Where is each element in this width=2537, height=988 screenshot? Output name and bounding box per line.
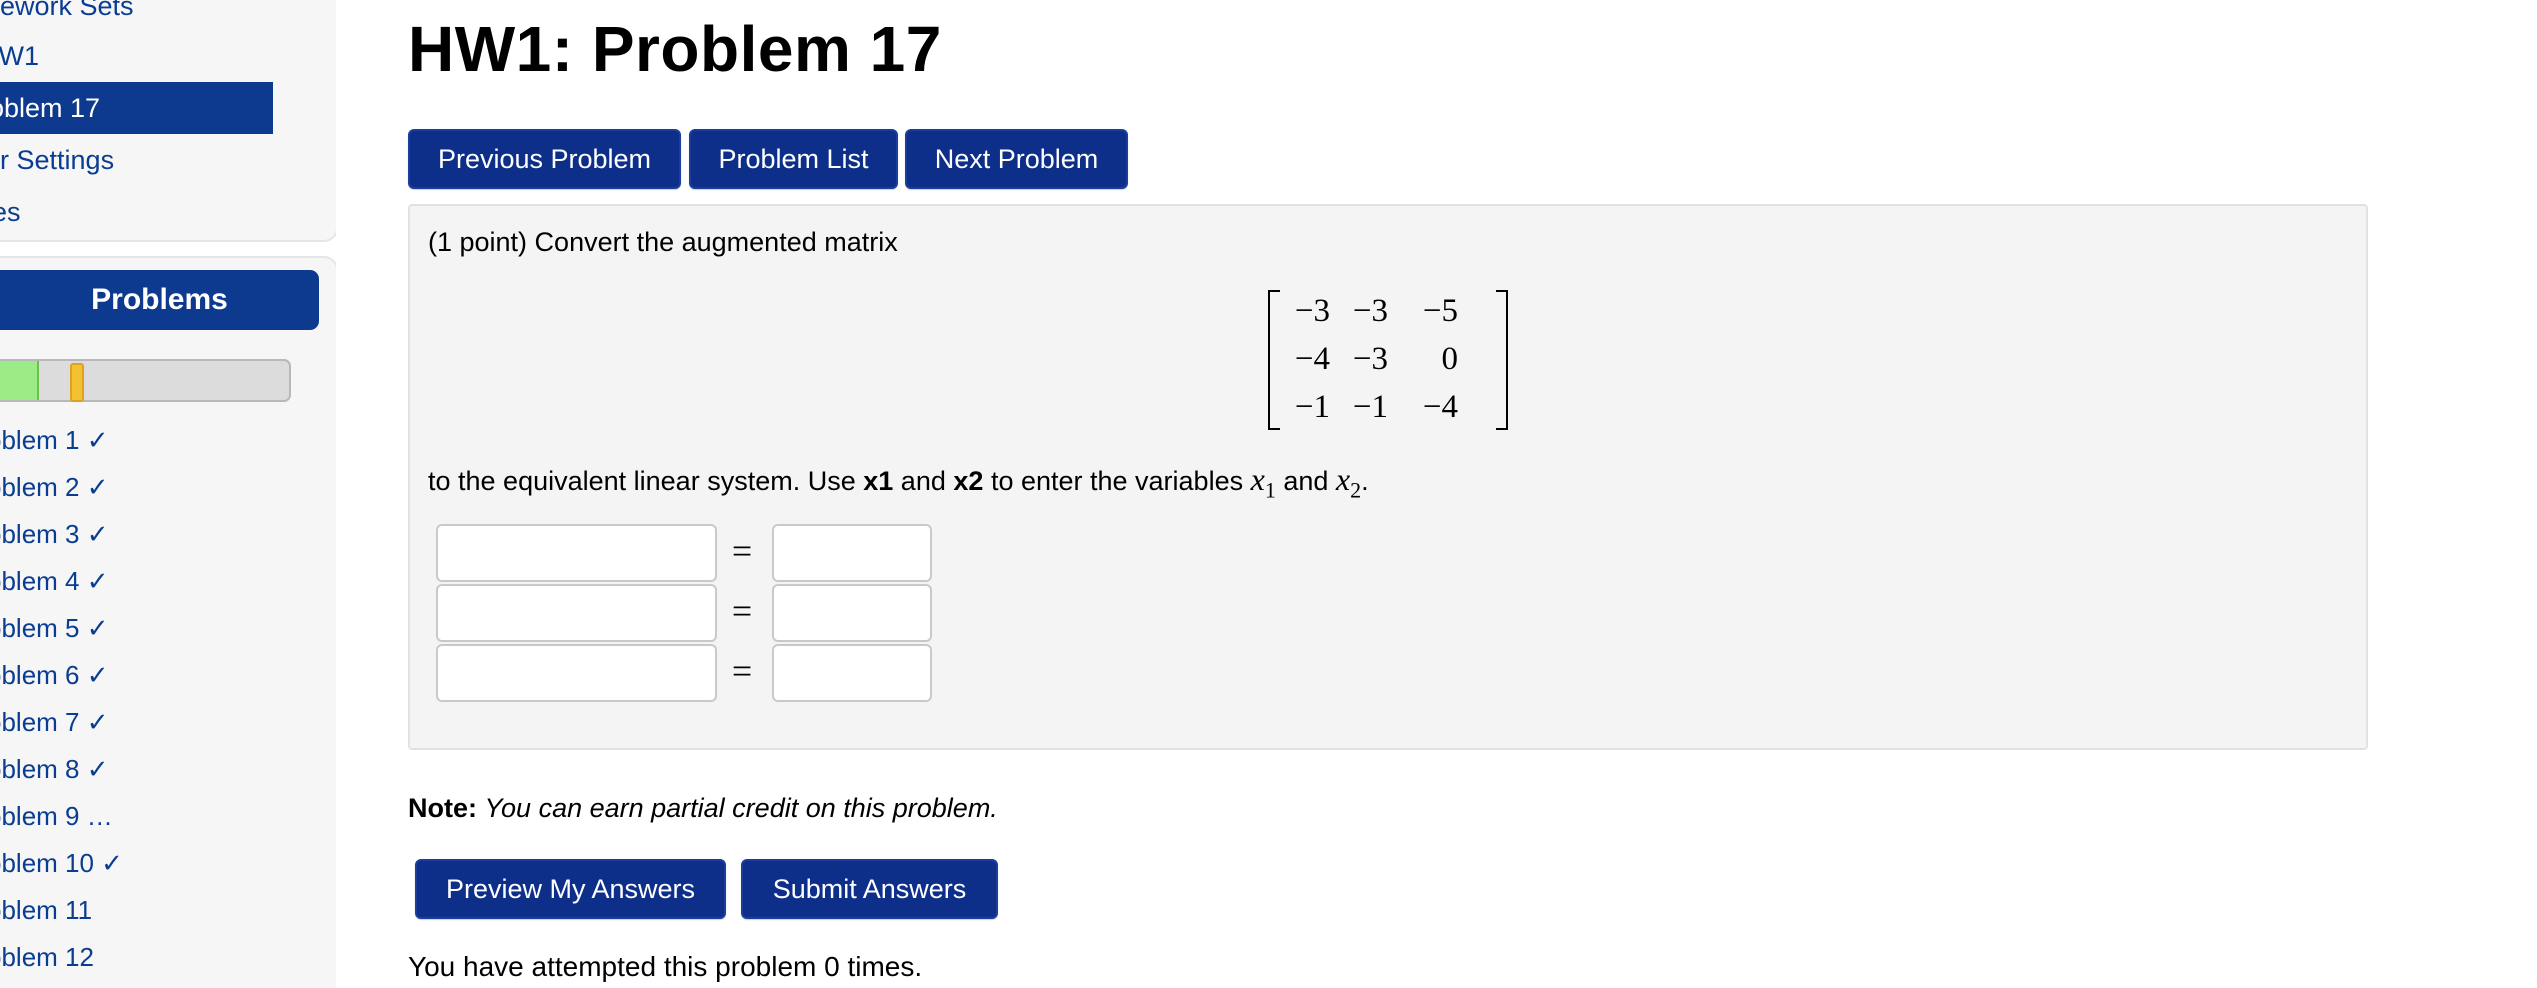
problem-link-1[interactable]: Problem 1 ✓ (0, 420, 109, 460)
matrix-bracket-right (1496, 290, 1508, 430)
next-problem-button[interactable]: Next Problem (905, 129, 1128, 189)
matrix-cell: −5 (1422, 293, 1458, 329)
note-text: You can earn partial credit on this prob… (484, 793, 998, 823)
problem-link-10[interactable]: Problem 10 ✓ (0, 843, 123, 883)
nav-hw1[interactable]: HW1 (0, 30, 39, 82)
problem-link-9[interactable]: Problem 9 … (0, 796, 113, 836)
nav-grades[interactable]: Grades (0, 186, 21, 238)
partial-credit-note: Note: You can earn partial credit on thi… (408, 793, 998, 824)
problem-list-button[interactable]: Problem List (689, 129, 898, 189)
matrix-cell: −3 (1294, 293, 1330, 329)
problem-link-5[interactable]: Problem 5 ✓ (0, 608, 109, 648)
matrix-cell: −3 (1352, 341, 1388, 377)
progress-fill (0, 361, 40, 400)
instr-after: to enter the variables (990, 466, 1244, 496)
problem-link-12[interactable]: Problem 12 (0, 937, 94, 977)
progress-bar (0, 359, 291, 402)
nav-user-settings[interactable]: User Settings (0, 134, 114, 186)
matrix-cell: −1 (1352, 389, 1388, 425)
nav-problem-current[interactable]: Problem 17 (0, 82, 273, 134)
matrix-cell: −4 (1294, 341, 1330, 377)
attempts-count: You have attempted this problem 0 times. (408, 951, 923, 982)
matrix-cell: −3 (1352, 293, 1388, 329)
problem-link-6[interactable]: Problem 6 ✓ (0, 655, 109, 695)
problem-link-3[interactable]: Problem 3 ✓ (0, 514, 109, 554)
sidebar: Homework Sets HW1 Problem 17 User Settin… (0, 0, 336, 988)
progress-current-marker (70, 363, 84, 402)
note-label: Note: (408, 793, 477, 823)
equals-sign: = (731, 591, 753, 631)
submit-answers-button[interactable]: Submit Answers (741, 859, 998, 919)
problems-header: Problems (0, 270, 319, 330)
and-word: and (1283, 466, 1329, 496)
nav-homework-sets[interactable]: Homework Sets (0, 0, 134, 32)
problem-link-8[interactable]: Problem 8 ✓ (0, 749, 109, 789)
problem-intro: (1 point) Convert the augmented matrix (428, 227, 898, 257)
problem-link-11[interactable]: Problem 11 (0, 890, 92, 930)
previous-problem-button[interactable]: Previous Problem (408, 129, 681, 189)
equation-2-rhs-input[interactable] (772, 584, 932, 642)
equation-3-lhs-input[interactable] (436, 644, 717, 702)
matrix-cell: −1 (1294, 389, 1330, 425)
nav-problem-current-label: Problem 17 (0, 93, 101, 123)
problem-link-2[interactable]: Problem 2 ✓ (0, 467, 109, 507)
augmented-matrix: −3 −3 −5 −4 −3 0 −1 −1 −4 (1268, 290, 1508, 430)
problem-link-4[interactable]: Problem 4 ✓ (0, 561, 109, 601)
matrix-cell: 0 (1441, 341, 1459, 377)
equals-sign: = (731, 531, 753, 571)
equation-1-rhs-input[interactable] (772, 524, 932, 582)
var2-math: x2 (1335, 461, 1362, 503)
equation-1-lhs-input[interactable] (436, 524, 717, 582)
instr-and: and (900, 466, 946, 496)
problem-link-7[interactable]: Problem 7 ✓ (0, 702, 109, 742)
matrix-cell: −4 (1422, 389, 1458, 425)
page-title: HW1: Problem 17 (408, 13, 942, 85)
preview-answers-button[interactable]: Preview My Answers (415, 859, 726, 919)
equation-3-rhs-input[interactable] (772, 644, 932, 702)
equation-2-lhs-input[interactable] (436, 584, 717, 642)
problem-instructions: to the equivalent linear system. Use x1 … (428, 461, 1369, 503)
equals-sign: = (731, 651, 753, 691)
var2-code: x2 (953, 466, 984, 496)
var1-code: x1 (863, 466, 894, 496)
var1-math: x1 (1250, 461, 1276, 503)
instr-before: to the equivalent linear system. Use (428, 466, 856, 496)
